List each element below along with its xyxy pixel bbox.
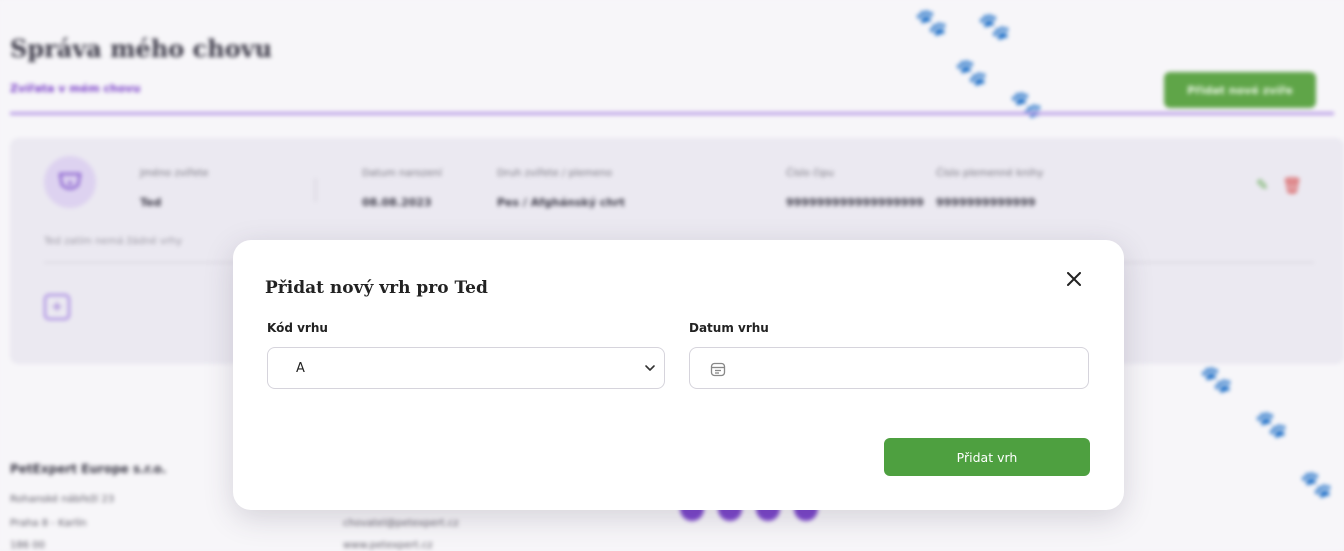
paw-decoration-icon: 🐾 <box>955 58 988 88</box>
footer-company-name: PetExpert Europe s.r.o. <box>10 462 167 476</box>
add-animal-button[interactable]: Přidat nové zvíře <box>1164 72 1316 108</box>
chevron-down-icon <box>645 365 655 371</box>
studbook-number-value: 9999999999999 <box>936 196 1036 209</box>
dog-face-icon <box>58 172 82 190</box>
edit-pencil-icon[interactable]: ✎ <box>1256 176 1269 194</box>
footer-address-line2: Praha 8 - Karlín <box>10 518 87 529</box>
litter-code-selected-value: A <box>296 361 305 376</box>
footer-email-link[interactable]: chovatel@petexpert.cz <box>343 518 459 529</box>
litter-code-label: Kód vrhu <box>267 321 328 335</box>
close-modal-button[interactable] <box>1063 268 1085 290</box>
subnav-underline <box>10 112 1334 115</box>
page-title: Správa mého chovu <box>10 34 273 63</box>
studbook-number-label: Číslo plemenné knihy <box>936 168 1044 179</box>
species-value: Pes / Afghánský chrt <box>497 196 625 209</box>
paw-decoration-icon: 🐾 <box>1255 410 1288 440</box>
animal-name-value: Ted <box>140 196 162 209</box>
paw-decoration-icon: 🐾 <box>1300 470 1333 500</box>
chip-number-value: 999999999999999999 <box>786 196 924 209</box>
add-litter-modal: Přidat nový vrh pro Ted Kód vrhu A Datum… <box>233 240 1124 510</box>
close-icon <box>1067 272 1081 286</box>
birth-date-value: 08.08.2023 <box>362 196 432 209</box>
paw-decoration-icon: 🐾 <box>1200 365 1233 395</box>
paw-decoration-icon: 🐾 <box>978 12 1011 42</box>
animal-avatar-icon <box>44 156 96 208</box>
litter-date-input[interactable] <box>689 347 1089 389</box>
footer-postcode: 186 00 <box>10 540 45 551</box>
calendar-icon <box>710 362 726 377</box>
add-litter-plus-icon[interactable]: + <box>44 294 70 320</box>
paw-decoration-icon: 🐾 <box>1010 90 1043 120</box>
modal-title: Přidat nový vrh pro Ted <box>265 278 488 298</box>
footer-website-link[interactable]: www.petexpert.cz <box>343 540 433 551</box>
animal-name-label: Jméno zvířete <box>140 168 209 179</box>
delete-trash-icon[interactable]: 🗑 <box>1282 176 1302 195</box>
footer-address-line1: Rohanské nábřeží 23 <box>10 494 115 505</box>
add-litter-submit-button[interactable]: Přidat vrh <box>884 438 1090 476</box>
species-label: Druh zvířete / plemeno <box>497 168 613 179</box>
litter-date-label: Datum vrhu <box>689 321 769 335</box>
no-litters-text: Ted zatím nemá žádné vrhy <box>44 236 183 247</box>
divider <box>315 178 316 202</box>
chip-number-label: Číslo čipu <box>786 168 835 179</box>
subnav-link-my-animals[interactable]: Zvířata v mém chovu <box>10 82 140 95</box>
birth-date-label: Datum narození <box>362 168 442 179</box>
litter-code-select[interactable]: A <box>267 347 665 389</box>
paw-decoration-icon: 🐾 <box>915 8 948 38</box>
